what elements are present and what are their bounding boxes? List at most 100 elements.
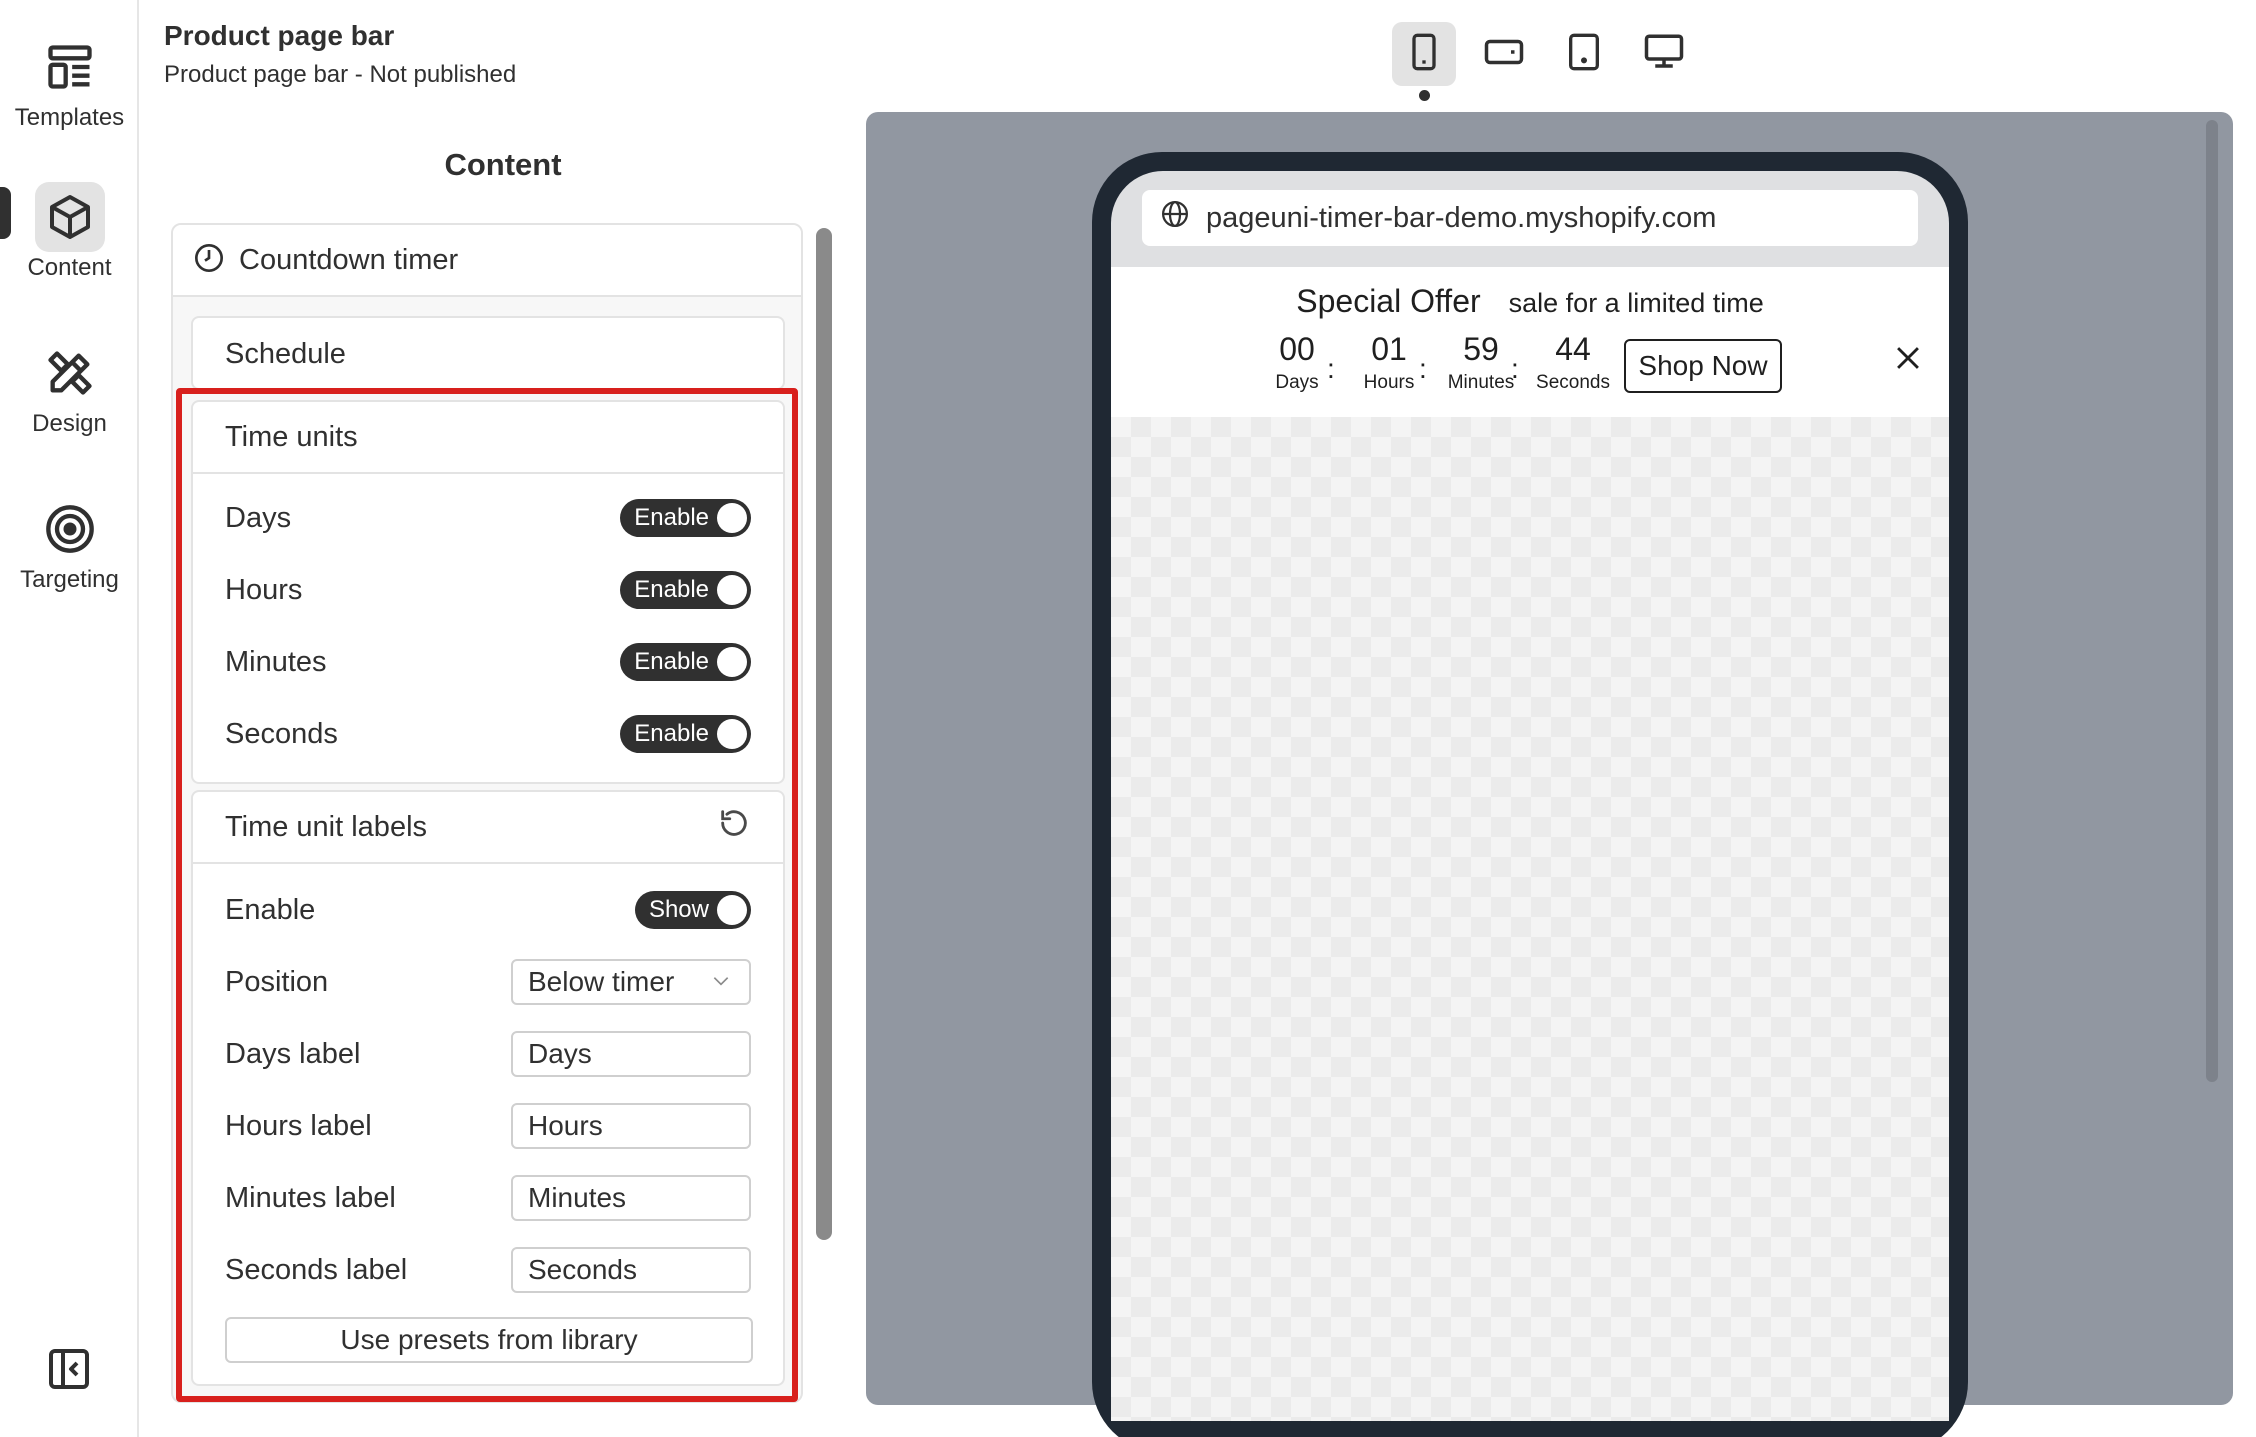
seconds-label-input[interactable]: Seconds	[511, 1247, 751, 1293]
labels-enable-row: Enable Show	[225, 887, 751, 933]
page-content-placeholder	[1111, 417, 1949, 1421]
close-icon[interactable]	[1891, 341, 1925, 375]
timer-separator: :	[1327, 353, 1335, 384]
nav-item-content[interactable]: Content	[0, 182, 139, 282]
shop-now-button[interactable]: Shop Now	[1624, 339, 1782, 393]
toggle-label: Enable	[634, 576, 709, 603]
use-presets-button[interactable]: Use presets from library	[225, 1317, 753, 1363]
panel-heading: Content	[444, 147, 562, 182]
row-label: Days label	[225, 1037, 361, 1070]
schedule-header[interactable]: Schedule	[193, 318, 783, 390]
offer-text-line: Special Offer sale for a limited time	[1111, 283, 1949, 320]
row-label: Seconds label	[225, 1253, 408, 1286]
seconds-enable-toggle[interactable]: Enable	[620, 715, 751, 753]
time-unit-row-seconds: Seconds Enable	[225, 711, 751, 757]
time-units-header[interactable]: Time units	[193, 402, 783, 474]
time-unit-labels-header[interactable]: Time unit labels	[193, 792, 783, 864]
device-mobile-button[interactable]	[1392, 22, 1456, 86]
toggle-knob	[717, 647, 747, 677]
browser-url-text: pageuni-timer-bar-demo.myshopify.com	[1206, 201, 1717, 234]
phone-screen: pageuni-timer-bar-demo.myshopify.com Spe…	[1111, 171, 1949, 1421]
toggle-label: Show	[648, 896, 709, 923]
timer-label: Hours	[1363, 372, 1415, 393]
select-value: Below timer	[528, 966, 675, 997]
toggle-knob	[717, 719, 747, 749]
row-label: Hours label	[225, 1109, 372, 1142]
labels-position-row: Position Below timer	[225, 959, 751, 1005]
sidebar-collapse-icon[interactable]	[45, 1345, 93, 1393]
time-unit-row-days: Days Enable	[225, 495, 751, 541]
hours-label-row: Hours label Hours	[225, 1103, 751, 1149]
timer-label: Days	[1275, 372, 1319, 393]
nav-item-templates[interactable]: Templates	[0, 32, 139, 132]
days-label-input[interactable]: Days	[511, 1031, 751, 1077]
cube-icon	[34, 182, 105, 252]
timer-separator: :	[1419, 353, 1427, 384]
desktop-icon	[1643, 31, 1685, 78]
time-unit-row-minutes: Minutes Enable	[225, 639, 751, 685]
countdown-timer-header[interactable]: Countdown timer	[173, 225, 801, 297]
page-title: Product page bar	[164, 20, 395, 51]
active-device-indicator	[1419, 90, 1430, 101]
timer-value: 00	[1279, 331, 1315, 367]
toggle-label: Enable	[634, 504, 709, 531]
schedule-section[interactable]: Schedule	[191, 316, 785, 390]
toggle-knob	[717, 895, 747, 925]
mobile-landscape-icon	[1483, 31, 1525, 78]
hours-enable-toggle[interactable]: Enable	[620, 571, 751, 609]
target-icon	[35, 494, 105, 564]
timer-separator: :	[1511, 353, 1519, 384]
panel-scrollbar[interactable]	[816, 228, 832, 1240]
time-units-title: Time units	[225, 420, 358, 453]
clock-icon	[193, 242, 225, 279]
position-select[interactable]: Below timer	[511, 959, 751, 1005]
labels-show-toggle[interactable]: Show	[634, 891, 751, 929]
timer-value: 59	[1463, 331, 1499, 367]
timer-unit-hours: 01 Hours	[1349, 331, 1429, 394]
timer-unit-seconds: 44 Seconds	[1533, 331, 1613, 394]
minutes-enable-toggle[interactable]: Enable	[620, 643, 751, 681]
days-label-row: Days label Days	[225, 1031, 751, 1077]
row-label: Seconds	[225, 717, 338, 750]
timer-unit-minutes: 59 Minutes	[1441, 331, 1521, 394]
nav-label: Targeting	[20, 566, 119, 593]
time-units-section: Time units Days Enable Hours Enable Minu…	[191, 400, 785, 784]
timer-label: Minutes	[1447, 372, 1515, 393]
row-label: Days	[225, 501, 292, 534]
mobile-icon	[1404, 32, 1444, 77]
templates-icon	[35, 32, 105, 102]
row-label: Minutes label	[225, 1181, 396, 1214]
countdown-bar-preview: Special Offer sale for a limited time 00 …	[1111, 267, 1949, 417]
reset-icon[interactable]	[717, 806, 751, 848]
device-tablet-button[interactable]	[1552, 22, 1616, 86]
toggle-knob	[717, 575, 747, 605]
days-enable-toggle[interactable]: Enable	[620, 499, 751, 537]
hours-label-input[interactable]: Hours	[511, 1103, 751, 1149]
row-label: Position	[225, 965, 329, 998]
timer-unit-days: 00 Days	[1257, 331, 1337, 394]
time-unit-row-hours: Hours Enable	[225, 567, 751, 613]
nav-item-design[interactable]: Design	[0, 338, 139, 438]
toggle-label: Enable	[634, 720, 709, 747]
browser-url-bar: pageuni-timer-bar-demo.myshopify.com	[1142, 190, 1918, 246]
nav-label: Content	[27, 254, 112, 281]
device-landscape-button[interactable]	[1472, 22, 1536, 86]
row-label: Hours	[225, 573, 303, 606]
preview-scrollbar[interactable]	[2206, 120, 2218, 1082]
nav-item-targeting[interactable]: Targeting	[0, 494, 139, 594]
toggle-knob	[717, 503, 747, 533]
timer-label: Seconds	[1536, 372, 1610, 393]
row-label: Minutes	[225, 645, 327, 678]
offer-subtext: sale for a limited time	[1508, 288, 1764, 318]
time-unit-labels-title: Time unit labels	[225, 810, 428, 843]
design-tools-icon	[35, 338, 105, 408]
minutes-label-row: Minutes label Minutes	[225, 1175, 751, 1221]
time-unit-labels-section: Time unit labels Enable Show Position Be…	[191, 790, 785, 1386]
nav-label: Design	[32, 410, 107, 437]
section-title: Countdown timer	[239, 243, 459, 276]
globe-icon	[1160, 199, 1190, 237]
row-label: Enable	[225, 893, 316, 926]
offer-title: Special Offer	[1296, 283, 1481, 319]
minutes-label-input[interactable]: Minutes	[511, 1175, 751, 1221]
device-desktop-button[interactable]	[1632, 22, 1696, 86]
